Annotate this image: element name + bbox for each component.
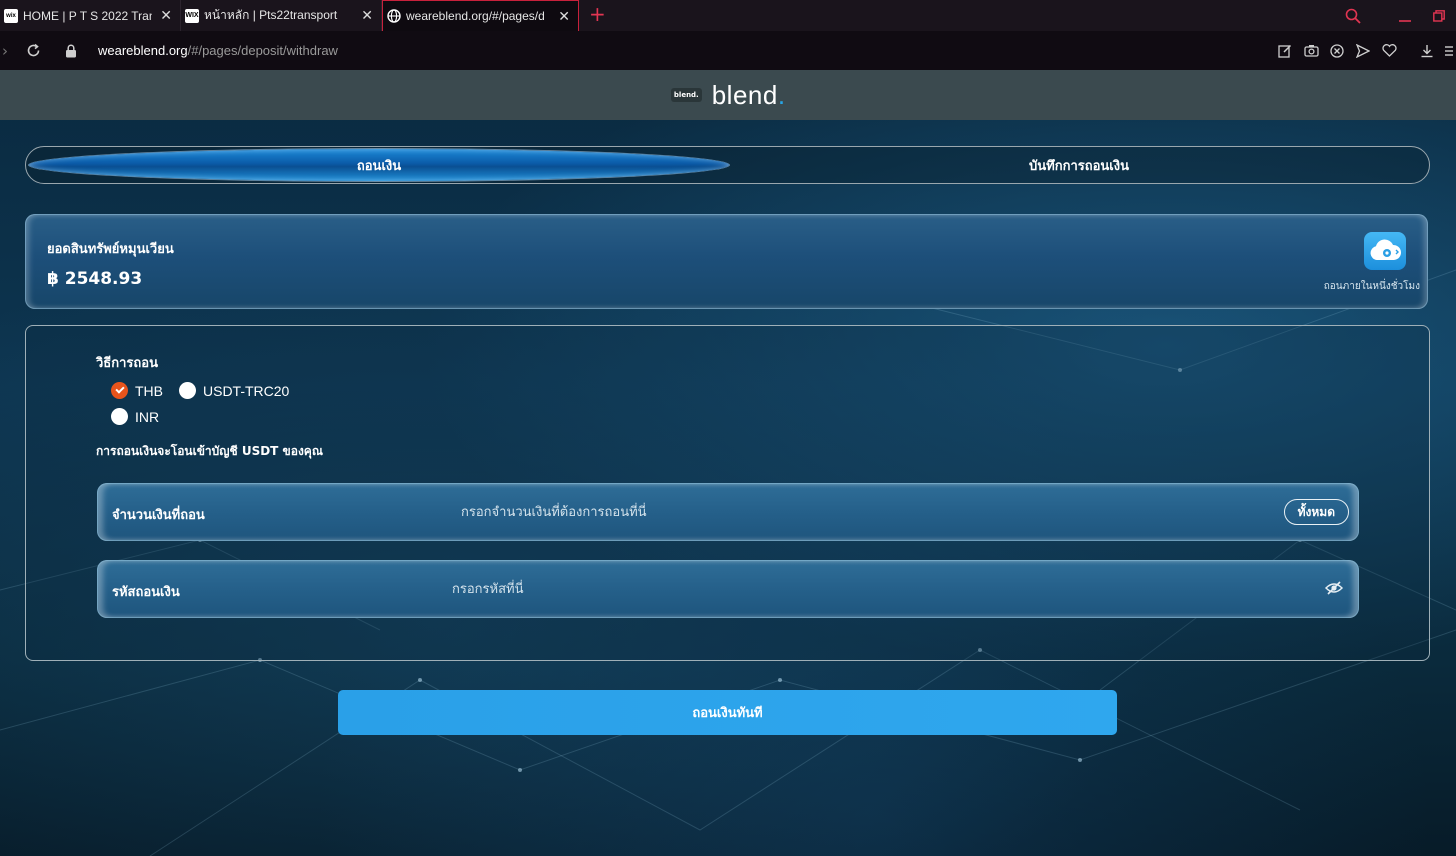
browser-tab-title: หน้าหลัก | Pts22transport (204, 8, 338, 22)
close-tab-icon[interactable]: ✕ (558, 8, 570, 25)
tab-withdraw-history[interactable]: บันทึกการถอนเงิน (729, 147, 1429, 183)
method-option-label: INR (135, 408, 160, 425)
withdraw-now-button[interactable]: ถอนเงินทันที (338, 690, 1117, 735)
url-host: weareblend.org (98, 43, 188, 58)
balance-label: ยอดสินทรัพย์หมุนเวียน (47, 242, 174, 257)
url-field[interactable]: weareblend.org/#/pages/deposit/withdraw (98, 43, 338, 58)
site-header: blend. blend. (0, 70, 1456, 120)
url-path: /#/pages/deposit/withdraw (187, 43, 338, 58)
method-note: การถอนเงินจะโอนเข้าบัญชี USDT ของคุณ (96, 444, 323, 458)
password-input[interactable] (452, 575, 1152, 603)
method-option-thb[interactable]: THB (111, 382, 163, 399)
search-tabs-icon[interactable] (1336, 0, 1370, 31)
radio-unchecked-icon[interactable] (111, 408, 128, 425)
method-title: วิธีการถอน (96, 356, 158, 371)
password-label: รหัสถอนเงิน (112, 585, 180, 600)
camera-icon[interactable] (1298, 36, 1324, 66)
balance-card: ยอดสินทรัพย์หมุนเวียน ฿ 2548.93 ถอนภายใน… (25, 214, 1428, 309)
forward-icon[interactable]: › (0, 36, 10, 66)
browser-tab-bar: wix HOME | P T S 2022 Transpo ✕ WIX หน้า… (0, 0, 1456, 31)
wix-favicon-icon: wix (4, 8, 18, 23)
browser-tab-active[interactable]: weareblend.org/#/pages/d ✕ (382, 0, 579, 31)
reload-icon[interactable] (20, 36, 46, 66)
download-icon[interactable] (1414, 36, 1440, 66)
method-option-label: USDT-TRC20 (203, 382, 290, 399)
amount-input[interactable] (461, 498, 1161, 526)
heart-icon[interactable] (1376, 36, 1402, 66)
restore-icon[interactable] (1422, 0, 1456, 31)
tab-withdraw[interactable]: ถอนเงิน (29, 149, 729, 181)
password-field: รหัสถอนเงิน (97, 560, 1359, 618)
method-option-label: THB (135, 382, 163, 399)
withdraw-time-note: ถอนภายในหนึ่งชั่วโมง (1323, 281, 1420, 292)
close-tab-icon[interactable]: ✕ (361, 7, 373, 24)
balance-value: ฿ 2548.93 (47, 269, 143, 289)
close-tab-icon[interactable]: ✕ (160, 7, 172, 24)
new-tab-button[interactable]: + (579, 0, 616, 31)
edit-icon[interactable] (1272, 36, 1298, 66)
lock-icon[interactable] (58, 36, 84, 66)
method-options-row: THB USDT-TRC20 (111, 382, 305, 399)
withdraw-all-button[interactable]: ทั้งหมด (1283, 499, 1349, 525)
withdraw-page: blend. blend. ถอนเงิน บันทึกการถอนเงิน ย… (0, 70, 1456, 856)
browser-tab[interactable]: wix HOME | P T S 2022 Transpo ✕ (0, 0, 181, 31)
browser-tab-title: weareblend.org/#/pages/d (406, 9, 545, 23)
radio-unchecked-icon[interactable] (179, 382, 196, 399)
browser-tab[interactable]: WIX หน้าหลัก | Pts22transport ✕ (181, 0, 382, 31)
method-option-inr[interactable]: INR (111, 408, 159, 425)
globe-icon (387, 9, 401, 23)
method-options-row: INR (111, 408, 175, 425)
browser-tab-title: HOME | P T S 2022 Transpo (23, 8, 152, 23)
browser-address-bar: › weareblend.org/#/pages/deposit/withdra… (0, 31, 1456, 70)
wix-favicon-icon: WIX (185, 8, 199, 23)
method-option-usdt-trc20[interactable]: USDT-TRC20 (179, 382, 289, 399)
menu-icon[interactable] (1440, 36, 1456, 66)
logo-badge: blend. (670, 88, 702, 102)
withdraw-tabs: ถอนเงิน บันทึกการถอนเงิน (25, 146, 1430, 184)
block-icon[interactable] (1324, 36, 1350, 66)
address-bar-tools (1272, 36, 1456, 66)
cloud-withdraw-icon (1364, 232, 1406, 270)
amount-label: จำนวนเงินที่ถอน (112, 508, 205, 523)
logo-text: blend (711, 79, 778, 110)
minimize-icon[interactable] (1388, 0, 1422, 31)
radio-checked-icon[interactable] (111, 382, 128, 399)
eye-off-icon[interactable] (1324, 580, 1344, 596)
withdraw-form-panel: วิธีการถอน THB USDT-TRC20 INR การถอนเงิน… (25, 325, 1430, 661)
send-icon[interactable] (1350, 36, 1376, 66)
window-controls (1336, 0, 1456, 31)
amount-field: จำนวนเงินที่ถอน ทั้งหมด (97, 483, 1359, 541)
logo-dot: . (777, 79, 786, 110)
